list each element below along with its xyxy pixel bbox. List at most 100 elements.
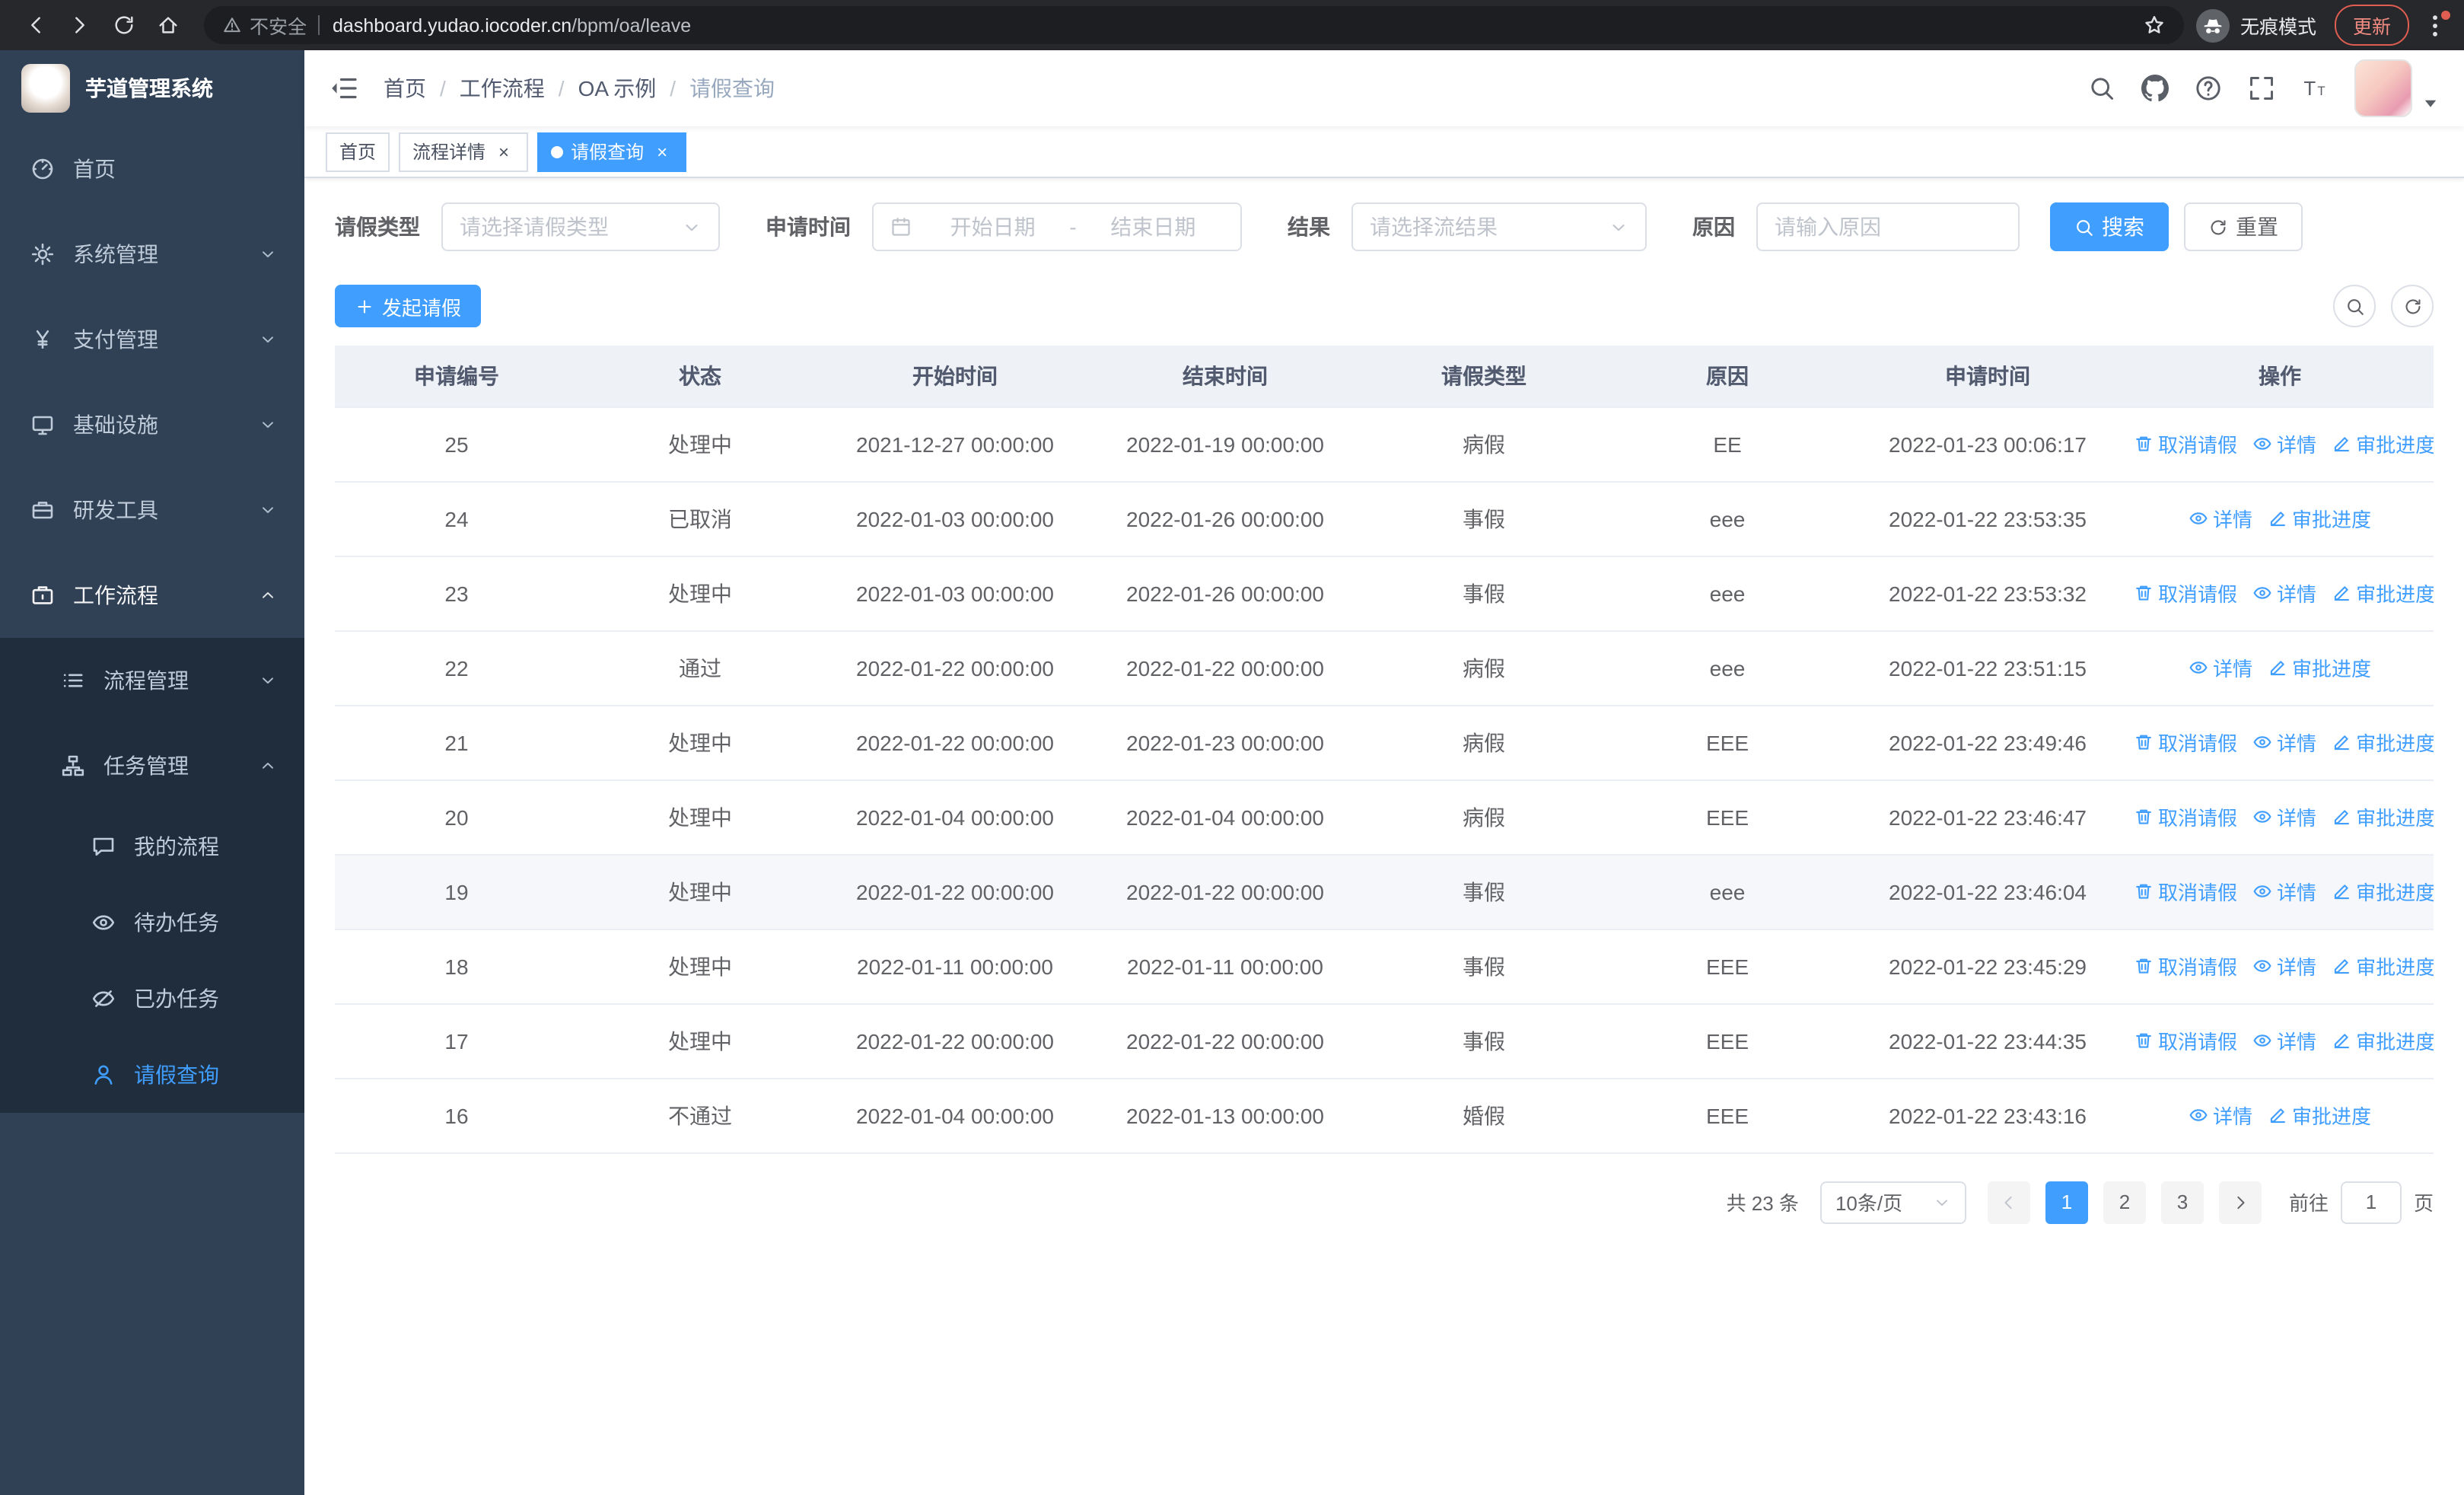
font-size-button[interactable]: TT [2301,75,2329,102]
apply-time-range-picker[interactable]: 开始日期 - 结束日期 [872,202,1242,251]
view-icon [2252,732,2272,752]
action-cancel-link[interactable]: 取消请假 [2134,1026,2237,1055]
sidebar-item-workflow[interactable]: 工作流程 [0,553,304,638]
leave-type-select[interactable]: 请选择请假类型 [441,202,720,251]
page-button-2[interactable]: 2 [2103,1181,2146,1223]
app-logo-row[interactable]: 芋道管理系统 [0,50,304,126]
action-detail-link[interactable]: 详情 [2252,802,2316,831]
page-size-select[interactable]: 10条/页 [1819,1181,1966,1223]
action-cancel-link[interactable]: 取消请假 [2134,952,2237,980]
arrow-left-icon [2000,1193,2018,1211]
breadcrumb-item[interactable]: OA 示例 [578,73,657,104]
next-page-button[interactable] [2218,1181,2262,1223]
sidebar-item-payment[interactable]: 支付管理 [0,297,304,382]
action-detail-link[interactable]: 详情 [2189,653,2252,682]
action-progress-link[interactable]: 审批进度 [2332,728,2434,757]
sidebar-item-infrastructure[interactable]: 基础设施 [0,382,304,467]
browser-menu-button[interactable] [2421,10,2450,39]
breadcrumb-item[interactable]: 首页 [384,73,426,104]
sidebar-item-process-mgmt[interactable]: 流程管理 [0,638,304,723]
action-progress-link[interactable]: 审批进度 [2268,504,2371,533]
action-progress-link[interactable]: 审批进度 [2332,579,2434,607]
tab-close-icon[interactable]: × [493,141,514,162]
monitor-icon [30,413,55,437]
view-icon [2189,508,2208,528]
action-label: 详情 [2277,583,2317,606]
action-cancel-link[interactable]: 取消请假 [2134,877,2237,906]
action-detail-link[interactable]: 详情 [2189,1101,2252,1130]
cell-actions: 取消请假 详情 审批进度 [2126,556,2434,631]
yen-icon [30,327,55,352]
action-cancel-link[interactable]: 取消请假 [2134,429,2237,458]
action-detail-link[interactable]: 详情 [2252,429,2316,458]
bookmark-star-icon[interactable] [2143,14,2166,37]
action-detail-link[interactable]: 详情 [2252,877,2316,906]
action-cancel-link[interactable]: 取消请假 [2134,728,2237,757]
back-icon [24,14,46,37]
breadcrumb-item[interactable]: 工作流程 [460,73,545,104]
view-icon [2252,434,2272,454]
column-header: 申请编号 [335,346,578,407]
cell-end: 2022-01-13 00:00:00 [1088,1078,1362,1153]
action-detail-link[interactable]: 详情 [2252,1026,2316,1055]
browser-update-button[interactable]: 更新 [2334,5,2409,46]
search-button[interactable]: 搜索 [2050,202,2169,251]
action-progress-link[interactable]: 审批进度 [2268,1101,2371,1130]
sidebar-item-home[interactable]: 首页 [0,126,304,212]
reason-input[interactable]: 请输入原因 [1756,202,2020,251]
create-leave-button[interactable]: 发起请假 [335,285,482,327]
toggle-search-button[interactable] [2333,285,2376,327]
goto-page-input[interactable]: 1 [2340,1181,2402,1223]
page-button-3[interactable]: 3 [2160,1181,2204,1223]
refresh-table-button[interactable] [2391,285,2434,327]
forward-button[interactable] [59,5,99,45]
user-avatar[interactable] [2354,59,2412,117]
reload-button[interactable] [103,5,143,45]
view-icon [2252,583,2272,603]
tab-close-icon[interactable]: × [651,141,673,162]
result-select[interactable]: 请选择流结果 [1351,202,1647,251]
sidebar-item-leave-query[interactable]: 请假查询 [0,1037,304,1113]
home-button[interactable] [148,5,187,45]
github-link[interactable] [2141,75,2169,102]
tab-process-detail[interactable]: 流程详情 × [399,132,529,171]
action-progress-link[interactable]: 审批进度 [2332,429,2434,458]
sidebar-collapse-button[interactable] [329,73,359,104]
fullscreen-button[interactable] [2248,75,2275,102]
tab-leave-query[interactable]: 请假查询 × [537,132,687,171]
action-progress-link[interactable]: 审批进度 [2268,653,2371,682]
sidebar-item-system[interactable]: 系统管理 [0,212,304,297]
sidebar-item-devtools[interactable]: 研发工具 [0,467,304,553]
header-search-button[interactable] [2088,75,2115,102]
sidebar-item-my-process[interactable]: 我的流程 [0,808,304,885]
view-icon [2189,658,2208,677]
action-detail-link[interactable]: 详情 [2252,579,2316,607]
page-button-1[interactable]: 1 [2045,1181,2088,1223]
action-detail-link[interactable]: 详情 [2252,952,2316,980]
action-detail-link[interactable]: 详情 [2252,728,2316,757]
eye-off-icon [91,987,116,1011]
action-progress-link[interactable]: 审批进度 [2332,877,2434,906]
cell-status: 不通过 [578,1078,822,1153]
cell-reason: EEE [1606,1078,1849,1153]
action-label: 取消请假 [2158,434,2238,457]
action-progress-link[interactable]: 审批进度 [2332,952,2434,980]
tab-home[interactable]: 首页 [326,132,390,171]
prev-page-button[interactable] [1987,1181,2030,1223]
docs-help-button[interactable] [2195,75,2222,102]
reason-placeholder: 请输入原因 [1775,215,1881,239]
reset-button[interactable]: 重置 [2184,202,2303,251]
search-button-label: 搜索 [2102,215,2144,239]
action-cancel-link[interactable]: 取消请假 [2134,579,2237,607]
sidebar-item-done-task[interactable]: 已办任务 [0,961,304,1037]
action-progress-link[interactable]: 审批进度 [2332,802,2434,831]
user-menu[interactable] [2354,59,2440,117]
action-progress-link[interactable]: 审批进度 [2332,1026,2434,1055]
cell-type: 病假 [1362,705,1606,780]
action-cancel-link[interactable]: 取消请假 [2134,802,2237,831]
action-detail-link[interactable]: 详情 [2189,504,2252,533]
sidebar-item-todo-task[interactable]: 待办任务 [0,885,304,961]
address-bar[interactable]: 不安全 dashboard.yudao.iocoder.cn /bpm/oa/l… [204,6,2184,44]
back-button[interactable] [15,5,55,45]
sidebar-item-task-mgmt[interactable]: 任务管理 [0,723,304,808]
